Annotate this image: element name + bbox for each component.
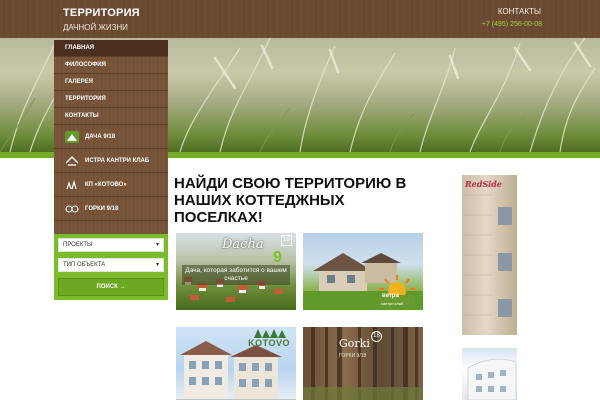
project-item-istra[interactable]: ИСТРА КАНТРИ КЛАБ [54, 149, 168, 173]
istra-logo-text: ветра [382, 293, 399, 299]
object-type-select-value: ТИП ОБЪЕКТА [63, 262, 106, 268]
stone-facade-image [462, 194, 512, 317]
dacha-logo-text: Dacha [222, 237, 264, 252]
project-select[interactable]: ПРОЕКТЫ ▾ [58, 238, 164, 252]
chevron-down-icon: ▾ [155, 242, 159, 248]
gorki-logo-icon [65, 203, 79, 215]
redside-logo-text: RedSide [465, 179, 502, 189]
search-button[interactable]: ПОИСК → [58, 278, 164, 296]
nav-item-gallery[interactable]: ГАЛЕРЕЯ [54, 74, 168, 91]
dacha-logo-badge: 18 [281, 235, 292, 246]
kotovo-logo-icon [65, 179, 79, 191]
project-tile-istra[interactable]: ветра кантри клаб [303, 233, 423, 310]
white-building-image [467, 358, 517, 400]
redside-banner[interactable]: RedSide [462, 175, 517, 335]
istra-logo-icon [65, 155, 79, 167]
site-subtitle: ДАЧНОЙ ЖИЗНИ [63, 23, 128, 32]
project-select-value: ПРОЕКТЫ [63, 242, 93, 248]
header-contacts-link[interactable]: КОНТАКТЫ [498, 7, 541, 16]
project-item-gorki[interactable]: ГОРКИ 9/18 [54, 197, 168, 221]
gorki-logo-text: Gorki [339, 337, 370, 350]
project-tile-dacha[interactable]: Dacha 9 18 Дача, которая заботится о ваш… [176, 233, 296, 310]
dacha-logo-icon [65, 130, 79, 143]
gorki-logo-sub: ГОРКИ 9/18 [339, 353, 367, 359]
building-banner[interactable] [462, 348, 517, 400]
project-label: КП «КОТОВО» [85, 181, 127, 188]
sidebar: ГЛАВНАЯ ФИЛОСОФИЯ ГАЛЕРЕЯ ТЕРРИТОРИЯ КОН… [54, 40, 168, 300]
nav-item-home[interactable]: ГЛАВНАЯ [54, 40, 168, 57]
chevron-down-icon: ▾ [155, 262, 159, 268]
page: ТЕРРИТОРИЯ ДАЧНОЙ ЖИЗНИ КОНТАКТЫ +7 (495… [0, 0, 600, 400]
project-label: ИСТРА КАНТРИ КЛАБ [85, 157, 150, 164]
project-tile-kotovo[interactable]: KOTOVO [176, 327, 296, 400]
nav-item-territory[interactable]: ТЕРРИТОРИЯ [54, 91, 168, 108]
project-label: ДАЧА 9/18 [85, 133, 116, 140]
main-headline: НАЙДИ СВОЮ ТЕРРИТОРИЮ В НАШИХ КОТТЕДЖНЫХ… [174, 175, 407, 226]
nav-item-contacts[interactable]: КОНТАКТЫ [54, 108, 168, 125]
gorki-logo-badge: 18 [371, 331, 382, 342]
nav-item-philosophy[interactable]: ФИЛОСОФИЯ [54, 57, 168, 74]
filter-panel: ПРОЕКТЫ ▾ ТИП ОБЪЕКТА ▾ ПОИСК → [54, 234, 168, 300]
project-label: ГОРКИ 9/18 [85, 205, 119, 212]
kotovo-logo-text: KOTOVO [248, 338, 290, 348]
project-item-kotovo[interactable]: КП «КОТОВО» [54, 173, 168, 197]
object-type-select[interactable]: ТИП ОБЪЕКТА ▾ [58, 258, 164, 272]
dacha-caption: Дача, которая заботится о вашем счастье [182, 265, 290, 285]
site-title[interactable]: ТЕРРИТОРИЯ [63, 7, 140, 19]
header-phone[interactable]: +7 (495) 256-00-08 [482, 21, 542, 28]
project-tile-gorki[interactable]: Gorki 18 ГОРКИ 9/18 [303, 327, 423, 400]
project-item-dacha[interactable]: ДАЧА 9/18 [54, 125, 168, 149]
header-bar: ТЕРРИТОРИЯ ДАЧНОЙ ЖИЗНИ КОНТАКТЫ +7 (495… [0, 0, 600, 38]
istra-logo-sub: кантри клаб [381, 301, 404, 306]
